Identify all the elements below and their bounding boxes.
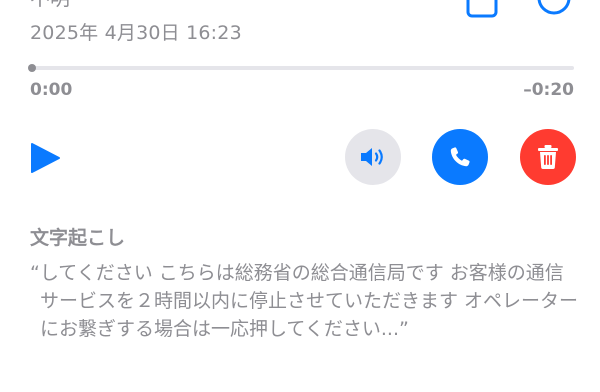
phone-icon — [450, 147, 470, 167]
play-button[interactable] — [28, 138, 68, 178]
speaker-icon — [361, 148, 383, 166]
info-icon[interactable] — [536, 0, 572, 20]
call-back-button[interactable] — [432, 129, 488, 185]
play-icon — [31, 143, 60, 173]
playback-scrubber[interactable] — [28, 64, 574, 72]
voicemail-datetime: 2025年 4月30日 16:23 — [30, 22, 242, 44]
transcript-text: “してください こちらは総務省の総合通信局です お客様の通信サービスを２時間以内… — [30, 262, 579, 340]
transcript-title: 文字起こし — [30, 227, 126, 249]
voicemail-detail: 不明 2025年 4月30日 16:23 0:00 –0:20 — [0, 0, 600, 392]
share-icon[interactable] — [466, 0, 498, 22]
speaker-button[interactable] — [345, 129, 401, 185]
elapsed-time: 0:00 — [30, 80, 73, 100]
playback-scrubber-knob[interactable] — [28, 64, 36, 72]
remaining-time: –0:20 — [523, 80, 574, 100]
trash-icon — [538, 145, 558, 169]
caller-name: 不明 — [30, 0, 70, 10]
delete-button[interactable] — [520, 129, 576, 185]
